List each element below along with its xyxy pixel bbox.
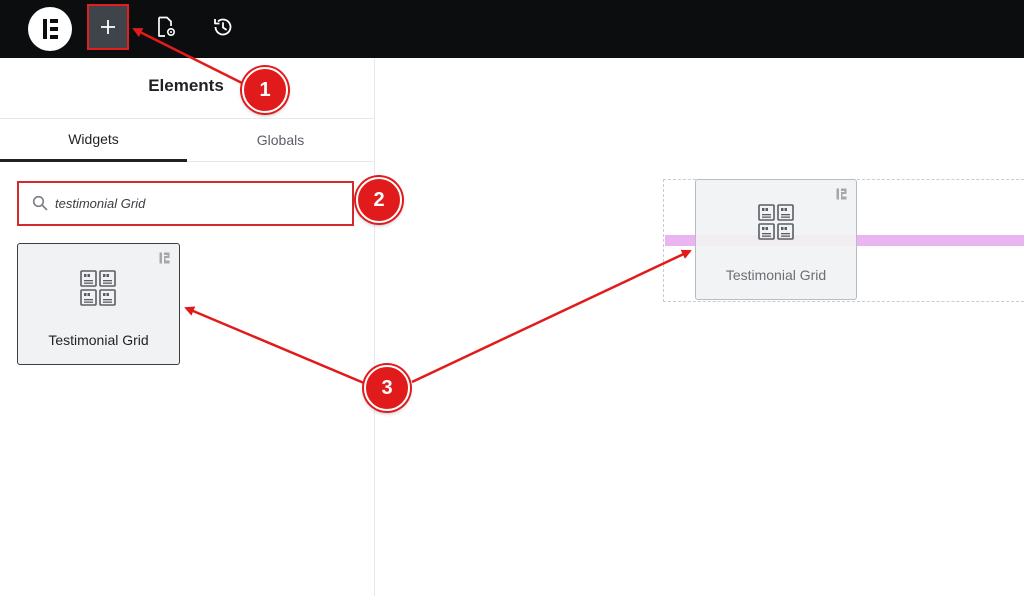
step-marker-3: 3: [364, 365, 410, 411]
history-icon: [214, 18, 232, 36]
history-button[interactable]: [203, 5, 243, 49]
search-value: testimonial Grid: [55, 196, 146, 211]
testimonial-grid-icon: [758, 204, 794, 240]
dragged-widget[interactable]: Testimonial Grid: [695, 179, 857, 300]
dragged-widget-label: Testimonial Grid: [725, 267, 827, 283]
step-marker-1: 1: [242, 67, 288, 113]
search-input[interactable]: testimonial Grid: [17, 181, 354, 226]
testimonial-grid-widget[interactable]: Testimonial Grid: [17, 243, 180, 365]
top-toolbar: [0, 0, 1024, 58]
panel-title: Elements: [148, 76, 224, 95]
page-settings-button[interactable]: [146, 5, 186, 49]
document-settings-icon: [158, 16, 176, 37]
elements-panel: Elements Widgets Globals testimonial Gri…: [0, 58, 375, 596]
tab-widgets[interactable]: Widgets: [0, 119, 187, 162]
tab-globals[interactable]: Globals: [187, 119, 374, 162]
plus-icon: [101, 20, 115, 34]
widget-label: Testimonial Grid: [48, 332, 149, 348]
step-marker-2: 2: [356, 177, 402, 223]
add-element-button[interactable]: [87, 4, 129, 50]
search-icon: [32, 195, 48, 211]
editor-canvas[interactable]: [376, 58, 1024, 596]
pro-badge-icon: [159, 252, 170, 264]
testimonial-grid-icon: [80, 270, 116, 306]
elementor-logo-icon[interactable]: [28, 7, 72, 51]
pro-badge-icon: [836, 188, 847, 200]
